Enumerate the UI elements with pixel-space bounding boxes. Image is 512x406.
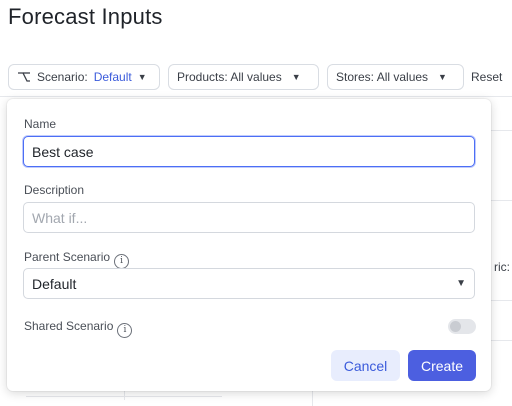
parent-scenario-label-text: Parent Scenario: [24, 250, 111, 264]
scenario-filter-label: Scenario:: [37, 70, 88, 84]
description-field[interactable]: [23, 202, 475, 233]
divider: [491, 130, 512, 131]
caret-down-icon: ▼: [291, 72, 301, 82]
shared-scenario-label-text: Shared Scenario: [24, 319, 114, 333]
parent-scenario-select[interactable]: Default ▼: [23, 268, 475, 299]
description-label: Description: [24, 183, 85, 197]
caret-down-icon: ▼: [137, 72, 147, 82]
page-title: Forecast Inputs: [8, 4, 163, 29]
new-scenario-popover: Name Description Parent Scenarioi Defaul…: [7, 99, 491, 391]
info-icon[interactable]: i: [114, 254, 130, 269]
scenario-filter-value: Default: [93, 70, 132, 84]
parent-scenario-label: Parent Scenario i: [24, 250, 130, 269]
scenario-filter[interactable]: Scenario: Default ▼: [8, 64, 160, 90]
products-filter[interactable]: Products: All values ▼: [168, 64, 319, 90]
caret-down-icon: ▼: [456, 278, 466, 289]
shared-scenario-toggle[interactable]: [448, 319, 476, 334]
caret-down-icon: ▼: [438, 72, 447, 82]
toggle-knob: [450, 321, 461, 332]
divider: [491, 200, 512, 201]
divider: [491, 340, 512, 341]
shared-scenario-label: Shared Scenario i: [24, 319, 133, 338]
name-label: Name: [24, 117, 57, 131]
stores-filter[interactable]: Stores: All values ▼: [327, 64, 464, 90]
info-icon[interactable]: i: [117, 323, 133, 338]
divider: [491, 300, 512, 301]
background-text: ric:: [494, 260, 510, 274]
divider: [312, 390, 313, 406]
branch-icon: [18, 72, 30, 82]
divider: [0, 96, 512, 97]
create-button[interactable]: Create: [408, 350, 476, 381]
reset-link[interactable]: Reset: [471, 70, 502, 84]
cancel-button[interactable]: Cancel: [331, 350, 400, 381]
filter-bar: Scenario: Default ▼ Products: All values…: [0, 64, 512, 92]
parent-scenario-value: Default: [32, 275, 77, 292]
stores-filter-label: Stores: All values: [336, 70, 429, 84]
products-filter-label: Products: All values: [177, 70, 282, 84]
name-field[interactable]: [23, 136, 475, 167]
divider: [124, 390, 125, 400]
